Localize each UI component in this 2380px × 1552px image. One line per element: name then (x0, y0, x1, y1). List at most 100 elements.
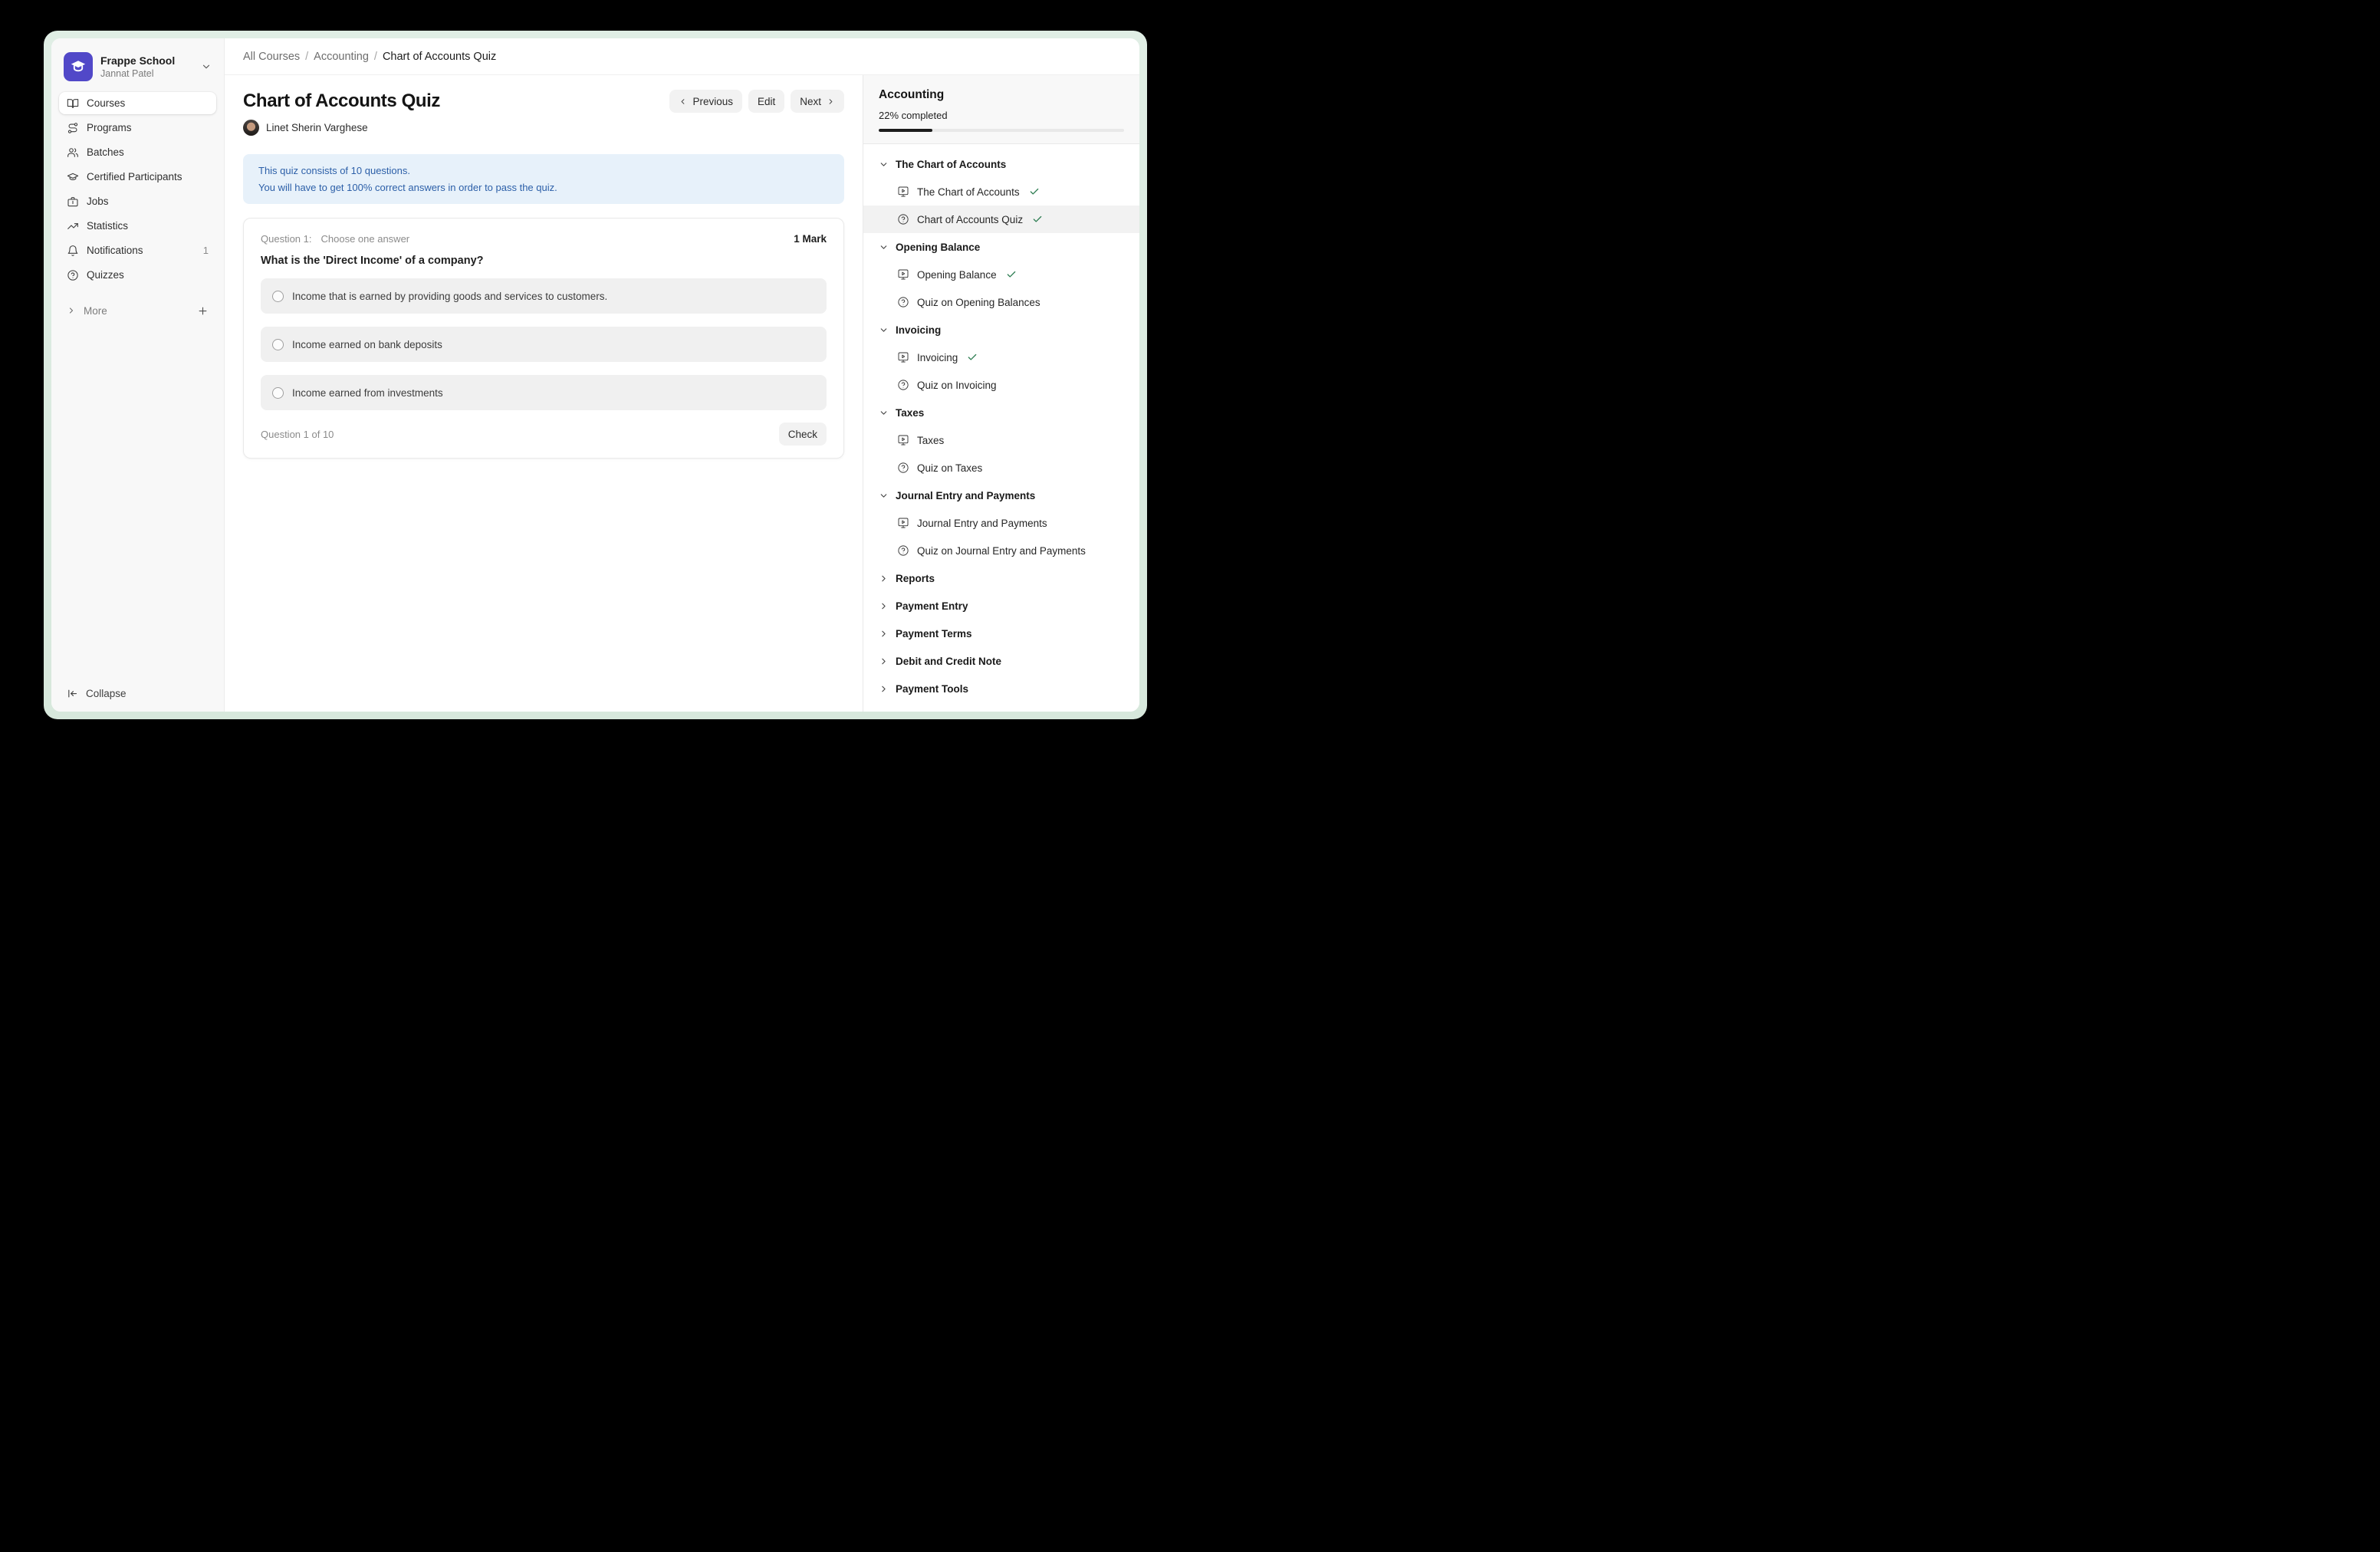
check-button[interactable]: Check (779, 423, 827, 446)
sidebar-item-quizzes[interactable]: Quizzes (59, 264, 216, 286)
chevron-right-icon (67, 306, 76, 315)
author-name: Linet Sherin Varghese (266, 122, 368, 133)
course-outline-header: Accounting 22% completed (863, 75, 1139, 144)
sidebar-item-certified-participants[interactable]: Certified Participants (59, 166, 216, 188)
answer-option-1[interactable]: Income that is earned by providing goods… (261, 278, 827, 314)
outline-section-journal-entry-and-payments[interactable]: Journal Entry and Payments (863, 482, 1139, 509)
notification-count-badge: 1 (203, 245, 209, 256)
help-circle-icon (897, 544, 909, 557)
outline-item-label: Quiz on Journal Entry and Payments (917, 545, 1086, 557)
sidebar-more-label: More (84, 305, 107, 317)
edit-button[interactable]: Edit (748, 90, 784, 113)
sidebar-more[interactable]: More (59, 300, 216, 321)
sidebar-item-label: Quizzes (87, 269, 124, 281)
breadcrumb-accounting[interactable]: Accounting (314, 51, 369, 63)
outline-item-invoicing[interactable]: Invoicing (863, 344, 1139, 371)
graduation-cap-outline-icon (67, 171, 79, 183)
plus-icon[interactable] (197, 305, 209, 317)
outline-section-payment-terms[interactable]: Payment Terms (863, 620, 1139, 647)
radio-icon (272, 387, 284, 399)
chevron-right-icon (879, 574, 889, 584)
sidebar-item-programs[interactable]: Programs (59, 117, 216, 139)
sidebar-item-label: Notifications (87, 245, 143, 256)
chevron-right-icon (879, 684, 889, 694)
outline-section-title: The Chart of Accounts (896, 159, 1006, 170)
course-progress-fill (879, 129, 932, 132)
outline-section-opening-balance[interactable]: Opening Balance (863, 233, 1139, 261)
outline-item-journal-entry-and-payments[interactable]: Journal Entry and Payments (863, 509, 1139, 537)
outline-section-payment-tools[interactable]: Payment Tools (863, 675, 1139, 702)
chevron-down-icon[interactable] (201, 61, 212, 72)
question-number-label: Question 1: (261, 233, 312, 245)
answer-option-2[interactable]: Income earned on bank deposits (261, 327, 827, 362)
outline-item-chart-of-accounts-quiz[interactable]: Chart of Accounts Quiz (863, 206, 1139, 233)
outline-item-quiz-on-taxes[interactable]: Quiz on Taxes (863, 454, 1139, 482)
course-title: Accounting (879, 88, 1124, 102)
answer-option-label: Income earned from investments (292, 387, 443, 399)
outline-item-opening-balance[interactable]: Opening Balance (863, 261, 1139, 288)
chevron-down-icon (879, 491, 889, 501)
monitor-play-icon (897, 517, 909, 529)
outline-section-invoicing[interactable]: Invoicing (863, 316, 1139, 344)
outline-section-title: Taxes (896, 407, 924, 419)
sidebar-item-notifications[interactable]: Notifications 1 (59, 239, 216, 261)
trending-up-icon (67, 220, 79, 232)
help-circle-icon (897, 379, 909, 391)
outline-section-debit-and-credit-note[interactable]: Debit and Credit Note (863, 647, 1139, 675)
answer-option-label: Income earned on bank deposits (292, 339, 442, 350)
completed-check-icon (1032, 214, 1043, 225)
answer-options: Income that is earned by providing goods… (261, 278, 827, 410)
workspace-title: Frappe School (100, 54, 193, 67)
outline-item-quiz-on-opening-balances[interactable]: Quiz on Opening Balances (863, 288, 1139, 316)
course-progress-text: 22% completed (879, 110, 1124, 121)
chevron-right-icon (879, 601, 889, 611)
outline-item-label: Quiz on Invoicing (917, 380, 997, 391)
outline-section-reports[interactable]: Reports (863, 564, 1139, 592)
course-outline-panel: Accounting 22% completed The Chart of Ac… (863, 75, 1139, 712)
outline-section-title: Payment Terms (896, 628, 972, 640)
sidebar-item-label: Programs (87, 122, 132, 133)
breadcrumb-all-courses[interactable]: All Courses (243, 51, 300, 63)
chevron-down-icon (879, 242, 889, 252)
sidebar-item-statistics[interactable]: Statistics (59, 215, 216, 237)
sidebar-collapse-label: Collapse (86, 688, 127, 699)
previous-label: Previous (692, 96, 733, 107)
outline-item-the-chart-of-accounts[interactable]: The Chart of Accounts (863, 178, 1139, 206)
sidebar-item-batches[interactable]: Batches (59, 141, 216, 163)
monitor-play-icon (897, 434, 909, 446)
sidebar-item-label: Courses (87, 97, 125, 109)
outline-item-label: Quiz on Opening Balances (917, 297, 1040, 308)
help-circle-icon (67, 269, 79, 281)
outline-section-the-chart-of-accounts[interactable]: The Chart of Accounts (863, 150, 1139, 178)
book-open-icon (67, 97, 79, 110)
page-title: Chart of Accounts Quiz (243, 90, 440, 112)
lms-app: Frappe School Jannat Patel Courses Progra… (51, 38, 1139, 712)
breadcrumb-current: Chart of Accounts Quiz (383, 51, 496, 63)
sidebar-item-jobs[interactable]: Jobs (59, 190, 216, 212)
quiz-instructions-banner: This quiz consists of 10 questions. You … (243, 154, 844, 204)
next-button[interactable]: Next (791, 90, 844, 113)
outline-section-title: Debit and Credit Note (896, 656, 1001, 667)
outline-item-quiz-on-invoicing[interactable]: Quiz on Invoicing (863, 371, 1139, 399)
answer-option-3[interactable]: Income earned from investments (261, 375, 827, 410)
chevron-down-icon (879, 325, 889, 335)
quiz-content: Chart of Accounts Quiz Previous Edit Nex… (225, 75, 863, 712)
workspace-switcher[interactable]: Frappe School Jannat Patel (59, 46, 216, 92)
outline-section-payment-entry[interactable]: Payment Entry (863, 592, 1139, 620)
outline-item-quiz-on-journal-entry-and-payments[interactable]: Quiz on Journal Entry and Payments (863, 537, 1139, 564)
question-instruction: Choose one answer (321, 233, 410, 245)
outline-section-title: Invoicing (896, 324, 941, 336)
sidebar-item-courses[interactable]: Courses (59, 92, 216, 114)
sidebar-collapse-button[interactable]: Collapse (59, 682, 216, 704)
collapse-left-icon (67, 688, 78, 699)
previous-button[interactable]: Previous (669, 90, 742, 113)
help-circle-icon (897, 296, 909, 308)
chevron-right-icon (827, 97, 835, 106)
outline-section-taxes[interactable]: Taxes (863, 399, 1139, 426)
outline-item-taxes[interactable]: Taxes (863, 426, 1139, 454)
completed-check-icon (967, 352, 978, 363)
next-label: Next (800, 96, 821, 107)
banner-line: This quiz consists of 10 questions. (258, 163, 829, 179)
lesson-nav-buttons: Previous Edit Next (669, 90, 844, 113)
outline-item-label: Journal Entry and Payments (917, 518, 1047, 529)
